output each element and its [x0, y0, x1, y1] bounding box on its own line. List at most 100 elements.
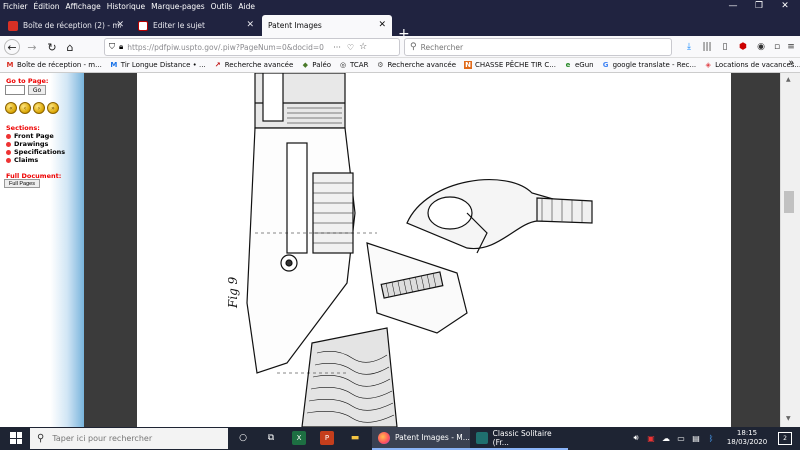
network-icon[interactable]: ▤	[690, 432, 702, 444]
lock-icon[interactable]: 🔒︎	[119, 42, 123, 52]
menu-affichage[interactable]: Affichage	[62, 2, 103, 11]
google-icon: G	[602, 61, 609, 69]
taskbar-app-label: Patent Images - M...	[395, 433, 470, 442]
full-pages-button[interactable]: Full Pages	[4, 179, 40, 188]
taskbar-search[interactable]: ⚲	[30, 428, 228, 449]
gear-icon: ⚙	[377, 61, 384, 69]
sidebar-toggle-icon[interactable]: ▯	[718, 40, 732, 54]
cortana-icon[interactable]: ○	[236, 431, 250, 445]
back-button[interactable]: ←	[4, 39, 20, 55]
task-view-icon[interactable]: ⧉	[264, 431, 278, 445]
scroll-thumb[interactable]	[784, 191, 794, 213]
bookmark-item[interactable]: ↗ Recherche avancée	[214, 61, 294, 69]
bookmark-label: Boîte de réception - m...	[17, 61, 102, 69]
bookmark-label: TCAR	[350, 61, 369, 69]
paleo-icon: ◆	[302, 61, 308, 69]
chasse-icon: N	[464, 61, 473, 69]
pocket-icon[interactable]: ♡	[347, 43, 354, 52]
powerpoint-icon[interactable]: P	[320, 431, 334, 445]
tab-inbox[interactable]: Boîte de réception (2) - marc.b ✕	[2, 15, 130, 36]
bullet-icon	[6, 149, 11, 155]
close-window-button[interactable]: ✕	[772, 0, 798, 12]
section-specifications[interactable]: Specifications	[6, 148, 65, 156]
bookmarks-overflow-button[interactable]: »	[788, 58, 794, 68]
bookmark-item[interactable]: N CHASSE PÊCHE TIR C...	[464, 61, 556, 69]
bookmark-label: Recherche avancée	[387, 61, 457, 69]
minimize-button[interactable]: —	[720, 0, 746, 12]
section-label: Front Page	[14, 132, 54, 140]
page-actions-icon[interactable]: ···	[333, 43, 341, 52]
tcar-icon: ◎	[339, 61, 347, 69]
extension-icon[interactable]: ▫	[770, 40, 784, 54]
close-icon[interactable]: ✕	[378, 20, 386, 30]
reload-button[interactable]: ↻	[44, 39, 60, 55]
file-explorer-icon[interactable]: ▬	[348, 431, 362, 445]
bookmark-label: CHASSE PÊCHE TIR C...	[475, 61, 556, 69]
search-link-icon: ↗	[214, 61, 221, 69]
windows-start-icon[interactable]	[10, 432, 22, 444]
section-drawings[interactable]: Drawings	[6, 140, 48, 148]
bookmark-label: Paléo	[312, 61, 332, 69]
tld-icon: M	[110, 61, 118, 69]
menu-marque-pages[interactable]: Marque-pages	[148, 2, 208, 11]
taskbar-firefox[interactable]: Patent Images - M...	[372, 427, 470, 450]
vertical-scrollbar[interactable]: ▲ ▼	[780, 73, 800, 427]
go-button[interactable]: Go	[28, 85, 46, 95]
cloud-icon[interactable]: ☁	[660, 432, 672, 444]
home-button[interactable]: ⌂	[62, 39, 78, 55]
menu-icon[interactable]: ≡	[784, 40, 798, 54]
shield-icon[interactable]: ⛉	[109, 42, 115, 52]
battery-icon[interactable]: ▭	[675, 432, 687, 444]
menu-historique[interactable]: Historique	[104, 2, 148, 11]
bluetooth-icon[interactable]: ᛒ	[705, 432, 717, 444]
scroll-down-icon[interactable]: ▼	[786, 415, 791, 422]
menu-fichier[interactable]: Fichier	[0, 2, 31, 11]
bullet-icon	[6, 133, 11, 139]
scroll-up-icon[interactable]: ▲	[786, 76, 791, 83]
last-page-icon[interactable]: »	[47, 102, 59, 114]
url-bar[interactable]: ⛉ 🔒︎ https://pdfpiw.uspto.gov/.piw?PageN…	[104, 38, 400, 56]
first-page-icon[interactable]: «	[5, 102, 17, 114]
next-page-icon[interactable]: ›	[33, 102, 45, 114]
close-icon[interactable]: ✕	[116, 20, 124, 30]
bookmark-item[interactable]: ◎ TCAR	[339, 61, 368, 69]
search-input[interactable]	[420, 42, 661, 52]
bullet-icon	[6, 157, 11, 163]
previous-page-icon[interactable]: ‹	[19, 102, 31, 114]
taskbar-clock[interactable]: 18:15 18/03/2020	[722, 429, 772, 447]
bookmark-item[interactable]: ◆ Paléo	[301, 61, 331, 69]
speaker-icon[interactable]: 🔊︎	[630, 432, 642, 444]
bookmark-star-icon[interactable]: ☆	[359, 42, 367, 52]
taskbar-search-input[interactable]	[52, 434, 213, 443]
taskbar-solitaire[interactable]: Classic Solitaire (Fr...	[470, 427, 568, 450]
menu-edition[interactable]: Édition	[31, 2, 63, 11]
clock-time: 18:15	[736, 429, 758, 437]
bookmark-item[interactable]: G google translate - Rec...	[602, 61, 696, 69]
search-bar[interactable]: ⚲	[404, 38, 672, 56]
notifications-icon[interactable]: 2	[778, 432, 792, 445]
page-number-input[interactable]	[5, 85, 25, 95]
bookmark-item[interactable]: ⚙ Recherche avancée	[376, 61, 456, 69]
bookmark-item[interactable]: M Boîte de réception - m...	[6, 61, 102, 69]
tray-app-icon[interactable]: ▣	[645, 432, 657, 444]
url-text[interactable]: https://pdfpiw.uspto.gov/.piw?PageNum=0&…	[127, 43, 327, 52]
bookmark-item[interactable]: M Tir Longue Distance • ...	[110, 61, 205, 69]
bookmark-item[interactable]: ◈ Locations de vacances...	[704, 61, 800, 69]
account-icon[interactable]: ◉	[754, 40, 768, 54]
bookmark-item[interactable]: e eGun	[564, 61, 594, 69]
library-icon[interactable]: |||	[700, 40, 714, 54]
download-icon[interactable]: ⤓	[682, 40, 696, 54]
adblock-icon[interactable]: ⬢	[736, 40, 750, 54]
gmail-icon	[8, 20, 18, 31]
excel-icon[interactable]: X	[292, 431, 306, 445]
section-front-page[interactable]: Front Page	[6, 132, 54, 140]
close-icon[interactable]: ✕	[246, 20, 254, 30]
section-claims[interactable]: Claims	[6, 156, 38, 164]
forward-button[interactable]: →	[24, 39, 40, 55]
menu-aide[interactable]: Aide	[235, 2, 258, 11]
svg-text:Fig 9: Fig 9	[226, 276, 240, 309]
tab-edit-subject[interactable]: Editer le sujet ✕	[132, 15, 260, 36]
menu-outils[interactable]: Outils	[208, 2, 236, 11]
tab-patent-images[interactable]: Patent Images ✕	[262, 15, 392, 36]
restore-button[interactable]: ❐	[746, 0, 772, 12]
